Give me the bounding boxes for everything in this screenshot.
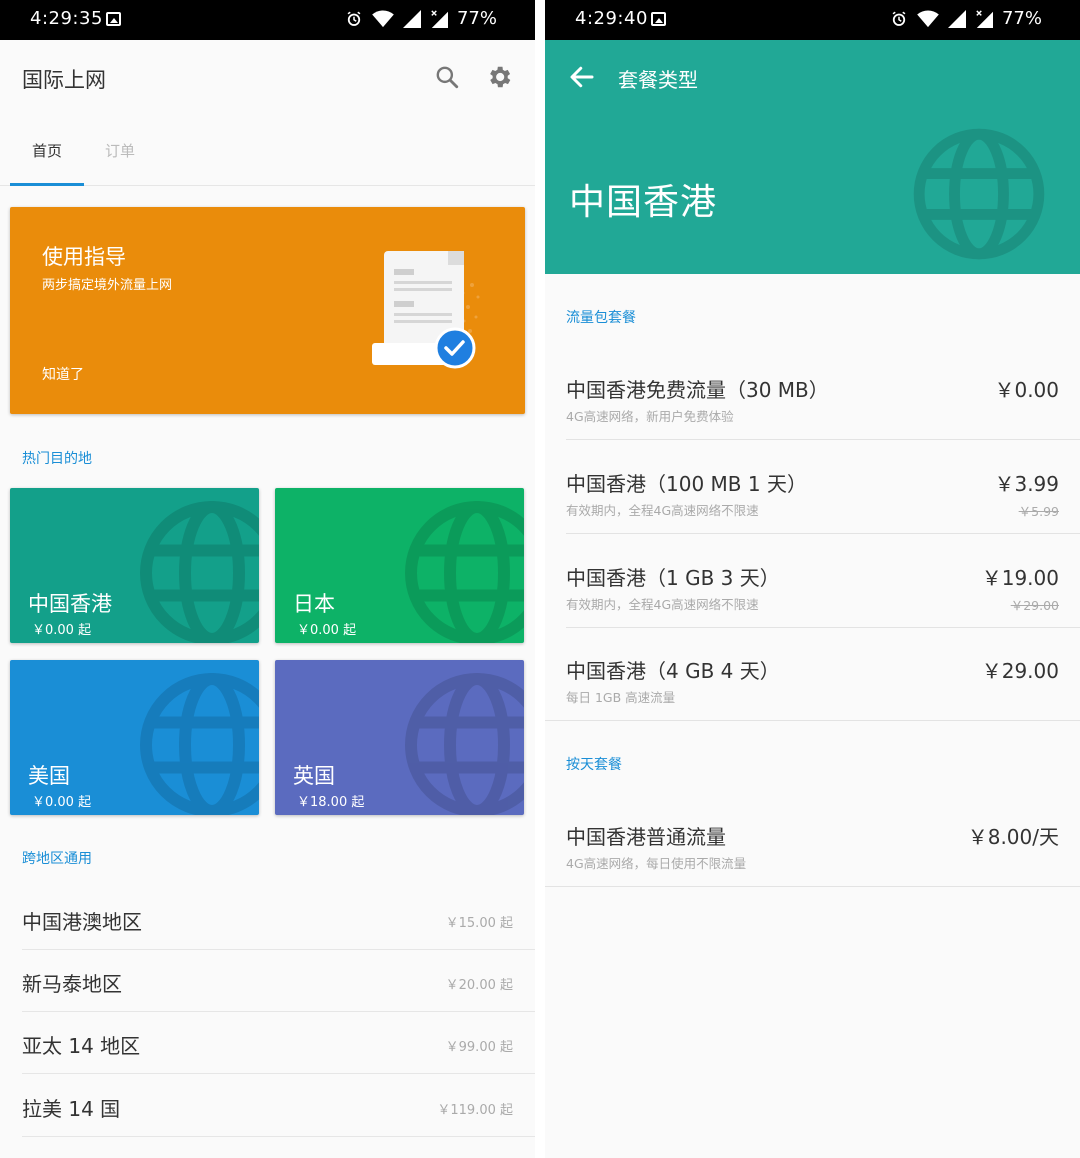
cross-region-label: 跨地区通用 (22, 851, 92, 867)
status-system-icons: 77% (345, 8, 497, 29)
battery-level: 77% (456, 8, 497, 29)
region-name: 亚太 14 地区 (22, 1034, 141, 1058)
plan-row[interactable]: 中国香港免费流量（30 MB） 4G高速网络，新用户免费体验 ￥0.00 (566, 346, 1080, 440)
signal-x-icon (976, 9, 993, 28)
usage-guide-card[interactable]: 使用指导 两步搞定境外流量上网 知道了 (10, 207, 525, 414)
plan-price: ￥0.00 (994, 378, 1059, 402)
settings-button[interactable] (484, 62, 514, 92)
plan-price: ￥8.00/天 (967, 825, 1059, 849)
destination-card-japan[interactable]: 日本 ￥0.00 起 (275, 488, 524, 643)
destination-card-hongkong[interactable]: 中国香港 ￥0.00 起 (10, 488, 259, 643)
signal-icon (402, 9, 421, 28)
plan-name: 中国香港（1 GB 3 天） (566, 566, 780, 590)
status-bar: 4:29:35 77% (0, 0, 535, 40)
arrow-left-icon[interactable] (567, 62, 597, 92)
globe-icon (913, 128, 1045, 260)
plan-price: ￥3.99 (994, 472, 1059, 496)
signal-icon (947, 9, 966, 28)
tab-bar: 首页 订单 (0, 114, 535, 186)
image-notification-icon (651, 12, 666, 26)
globe-icon (405, 501, 524, 643)
region-row[interactable]: 中国港澳地区 ￥15.00 起 (22, 888, 535, 950)
search-icon (436, 66, 459, 89)
plan-price: ￥19.00 (981, 566, 1059, 590)
alarm-icon (347, 11, 361, 26)
home-screen: 4:29:35 77% 国际上网 首页 订单 使用指导 两步搞定境外流量上网 知… (0, 0, 535, 1158)
plan-row[interactable]: 中国香港（100 MB 1 天） 有效期内，全程4G高速网络不限速 ￥3.99 … (566, 440, 1080, 534)
plan-row[interactable]: 中国香港（4 GB 4 天） 每日 1GB 高速流量 ￥29.00 (545, 627, 1080, 721)
plan-original-price: ￥29.00 (1010, 598, 1059, 613)
region-price: ￥20.00 起 (445, 978, 513, 993)
search-button[interactable] (432, 62, 462, 92)
region-row[interactable]: 拉美 14 国 ￥119.00 起 (22, 1075, 535, 1137)
gear-icon (490, 66, 511, 88)
destination-name: 日本 (293, 592, 335, 616)
destination-name: 美国 (28, 764, 70, 788)
region-row[interactable]: 新马泰地区 ￥20.00 起 (22, 950, 535, 1012)
plan-types-screen: 4:29:40 77% 套餐类型 中国香港 流量包套餐 中国香港免费流量（30 … (545, 0, 1080, 1158)
region-name: 新马泰地区 (22, 972, 122, 996)
app-bar: 国际上网 (0, 40, 535, 114)
tab-home[interactable]: 首页 (32, 140, 62, 161)
document-check-icon (372, 251, 480, 369)
app-title: 国际上网 (22, 68, 106, 92)
plan-name: 中国香港免费流量（30 MB） (566, 378, 829, 402)
plan-description: 有效期内，全程4G高速网络不限速 (566, 503, 759, 518)
guide-title: 使用指导 (42, 245, 126, 269)
destination-title: 中国香港 (569, 182, 718, 223)
region-price: ￥119.00 起 (437, 1103, 513, 1118)
region-price: ￥15.00 起 (445, 916, 513, 931)
alarm-icon (892, 11, 906, 26)
plan-description: 有效期内，全程4G高速网络不限速 (566, 597, 759, 612)
destination-header: 套餐类型 中国香港 (545, 40, 1080, 274)
region-name: 中国港澳地区 (22, 910, 142, 934)
tab-indicator (10, 183, 84, 186)
region-name: 拉美 14 国 (22, 1097, 121, 1121)
destination-price: ￥18.00 起 (297, 795, 365, 810)
daily-plan-section-label: 按天套餐 (566, 757, 622, 773)
plan-description: 4G高速网络，新用户免费体验 (566, 409, 734, 424)
signal-x-icon (431, 9, 448, 28)
destination-card-uk[interactable]: 英国 ￥18.00 起 (275, 660, 524, 815)
battery-level: 77% (1001, 8, 1042, 29)
tab-orders[interactable]: 订单 (105, 140, 135, 161)
destination-card-usa[interactable]: 美国 ￥0.00 起 (10, 660, 259, 815)
destination-price: ￥0.00 起 (32, 623, 92, 638)
destination-name: 中国香港 (28, 592, 112, 616)
wifi-icon (917, 9, 939, 27)
plan-price: ￥29.00 (981, 659, 1059, 683)
plan-row[interactable]: 中国香港（1 GB 3 天） 有效期内，全程4G高速网络不限速 ￥19.00 ￥… (566, 534, 1080, 628)
globe-icon (405, 673, 524, 815)
destination-price: ￥0.00 起 (297, 623, 357, 638)
status-time: 4:29:40 (575, 8, 648, 29)
image-notification-icon (106, 12, 121, 26)
destination-name: 英国 (293, 764, 335, 788)
plan-name: 中国香港普通流量 (566, 825, 726, 849)
guide-dismiss-button[interactable]: 知道了 (42, 364, 84, 384)
plan-description: 4G高速网络，每日使用不限流量 (566, 856, 747, 871)
destination-price: ￥0.00 起 (32, 795, 92, 810)
status-bar: 4:29:40 77% (545, 0, 1080, 40)
status-time: 4:29:35 (30, 8, 103, 29)
wifi-icon (372, 9, 394, 27)
page-title: 套餐类型 (618, 68, 698, 92)
globe-icon (140, 501, 259, 643)
status-system-icons: 77% (890, 8, 1042, 29)
plan-original-price: ￥5.99 (1018, 504, 1059, 519)
region-price: ￥99.00 起 (445, 1040, 513, 1055)
plan-description: 每日 1GB 高速流量 (566, 690, 676, 705)
plan-row[interactable]: 中国香港普通流量 4G高速网络，每日使用不限流量 ￥8.00/天 (545, 793, 1080, 887)
data-package-section-label: 流量包套餐 (566, 310, 636, 326)
globe-icon (140, 673, 259, 815)
hot-destinations-label: 热门目的地 (22, 451, 92, 467)
plan-name: 中国香港（100 MB 1 天） (566, 472, 807, 496)
guide-subtitle: 两步搞定境外流量上网 (42, 278, 173, 293)
region-row[interactable]: 亚太 14 地区 ￥99.00 起 (22, 1012, 535, 1074)
plan-name: 中国香港（4 GB 4 天） (566, 659, 780, 683)
